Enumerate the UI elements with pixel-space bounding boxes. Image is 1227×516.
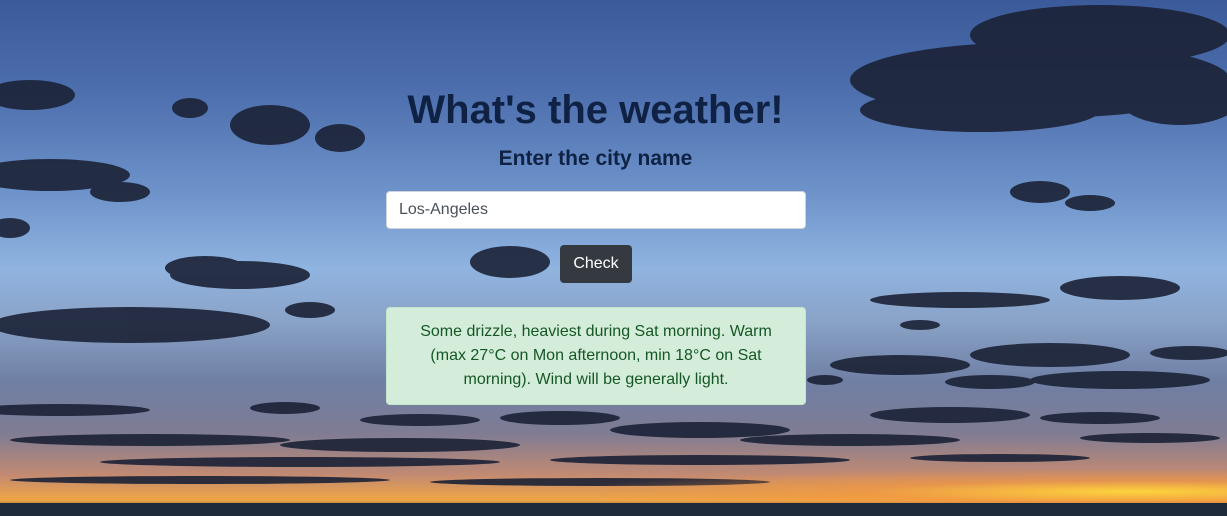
check-button[interactable]: Check (560, 245, 632, 283)
city-input[interactable] (386, 191, 806, 229)
page-title: What's the weather! (407, 88, 784, 132)
weather-result-alert: Some drizzle, heaviest during Sat mornin… (386, 307, 806, 405)
weather-app: What's the weather! Enter the city name … (0, 0, 1227, 516)
page-subtitle: Enter the city name (498, 147, 693, 170)
